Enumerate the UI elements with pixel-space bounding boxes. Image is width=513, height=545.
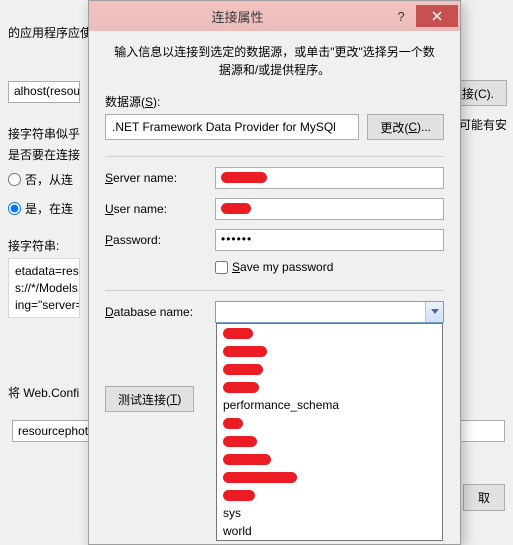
- list-item[interactable]: sys: [217, 504, 442, 522]
- password-input[interactable]: ••••••: [215, 229, 444, 251]
- list-item[interactable]: [217, 342, 442, 360]
- list-item[interactable]: [217, 360, 442, 378]
- dialog-title: 连接属性: [89, 7, 386, 26]
- server-name-input[interactable]: [215, 167, 444, 189]
- radio-yes[interactable]: 是，在连: [8, 200, 73, 217]
- bg-connection-field[interactable]: alhost(resour: [8, 81, 80, 103]
- save-password-checkbox[interactable]: Save my password: [215, 260, 444, 274]
- password-label: Password:: [105, 233, 215, 247]
- chevron-down-icon[interactable]: [425, 302, 443, 322]
- user-name-input[interactable]: [215, 198, 444, 220]
- database-name-combo[interactable]: performance_schema sys world: [215, 301, 444, 323]
- list-item[interactable]: [217, 414, 442, 432]
- datasource-field: .NET Framework Data Provider for MySQl: [105, 114, 359, 140]
- connection-properties-dialog: 连接属性 ? 输入信息以连接到选定的数据源，或单击"更改"选择另一个数据源和/或…: [88, 0, 461, 545]
- intro-text: 输入信息以连接到选定的数据源，或单击"更改"选择另一个数据源和/或提供程序。: [105, 43, 444, 79]
- list-item[interactable]: [217, 486, 442, 504]
- divider: [105, 156, 444, 157]
- datasource-label: 数据源(S):: [105, 93, 444, 110]
- list-item[interactable]: performance_schema: [217, 396, 442, 414]
- database-name-label: Database name:: [105, 305, 215, 319]
- list-item[interactable]: [217, 468, 442, 486]
- list-item[interactable]: [217, 378, 442, 396]
- list-item[interactable]: [217, 450, 442, 468]
- user-name-label: User name:: [105, 202, 215, 216]
- bg-connstr-box: etadata=res: s://*/Models. ing="server=: [8, 258, 80, 318]
- list-item[interactable]: [217, 324, 442, 342]
- radio-no[interactable]: 否，从连: [8, 171, 73, 188]
- close-icon: [432, 11, 442, 21]
- test-connection-button[interactable]: 测试连接(T): [105, 386, 194, 412]
- titlebar: 连接属性 ?: [89, 1, 460, 31]
- list-item[interactable]: [217, 432, 442, 450]
- cancel-button[interactable]: 取: [463, 484, 505, 511]
- close-button[interactable]: [416, 5, 458, 27]
- server-name-label: Server name:: [105, 171, 215, 185]
- divider: [105, 290, 444, 291]
- change-button[interactable]: 更改(C)...: [367, 114, 444, 140]
- help-button[interactable]: ?: [386, 5, 416, 27]
- list-item[interactable]: world: [217, 522, 442, 540]
- database-dropdown-list: performance_schema sys world: [216, 323, 443, 541]
